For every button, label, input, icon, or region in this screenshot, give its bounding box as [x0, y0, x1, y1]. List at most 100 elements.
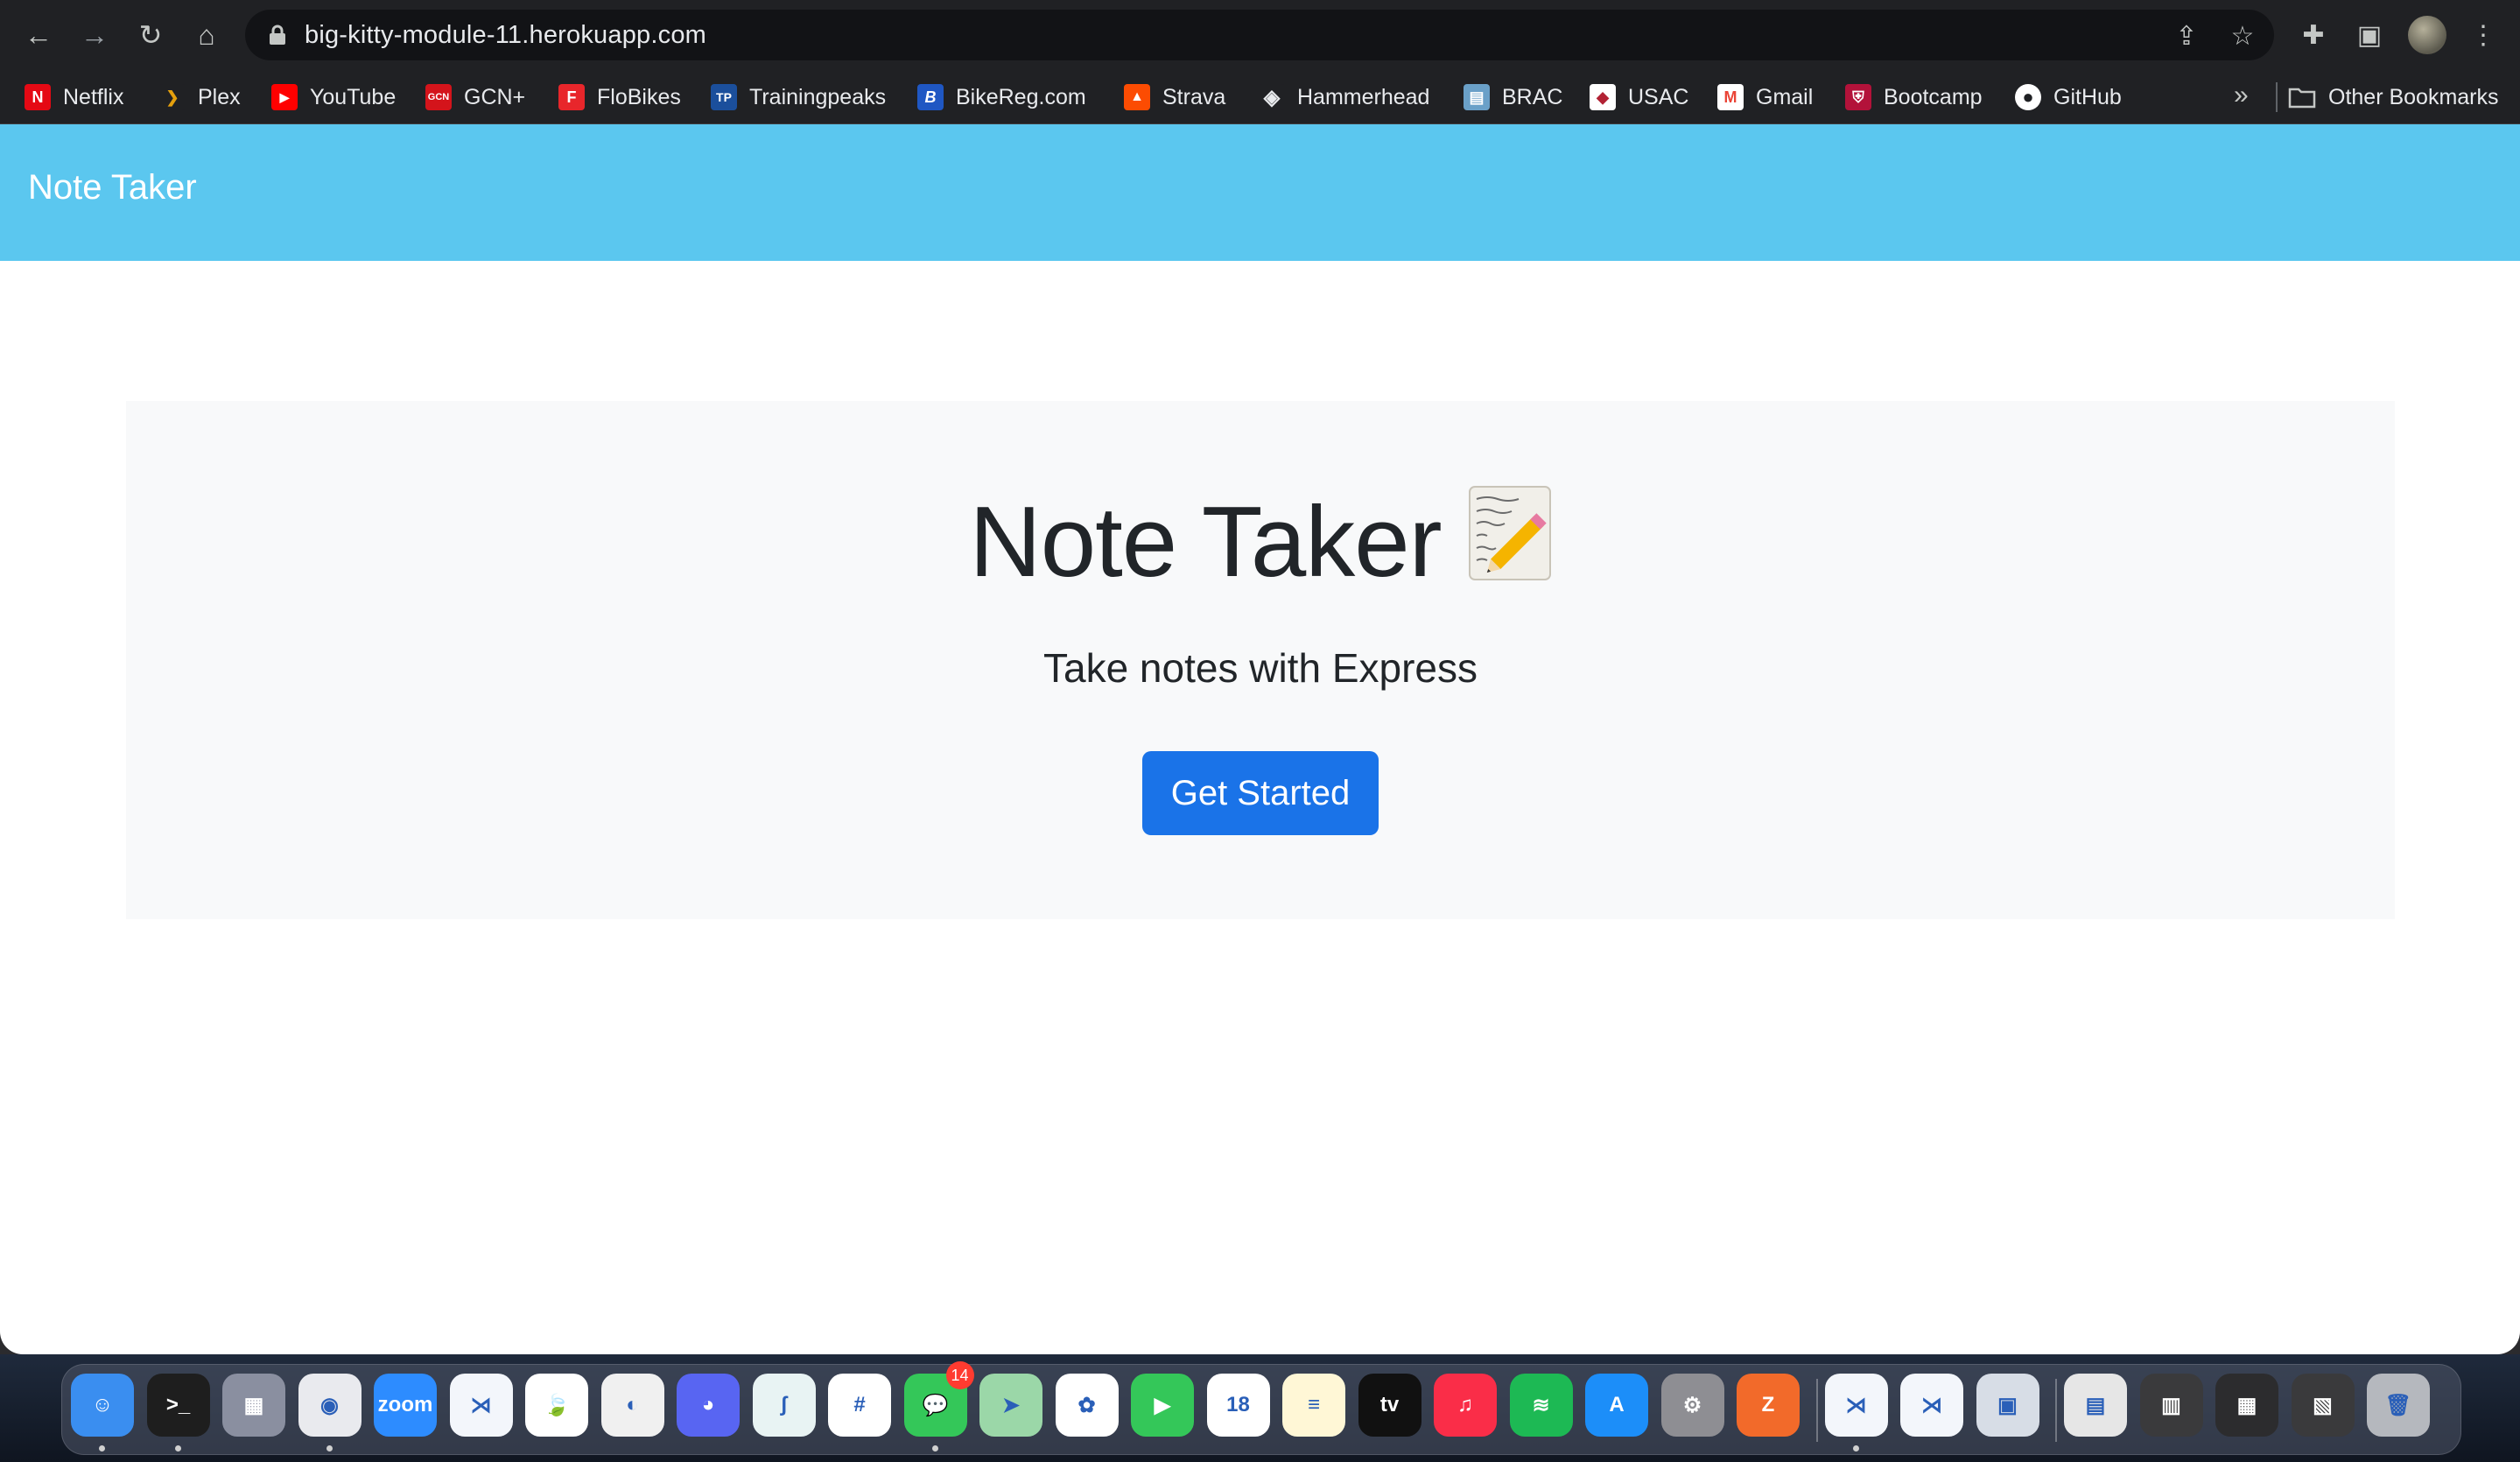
brac-icon: ▤	[1464, 84, 1490, 110]
plex-icon: ❯	[159, 84, 186, 110]
bookmark-gmail[interactable]: M Gmail	[1717, 70, 1813, 124]
side-panel-icon[interactable]: ▣	[2350, 16, 2389, 54]
get-started-button[interactable]: Get Started	[1142, 751, 1379, 835]
launchpad-icon[interactable]: ▦	[222, 1374, 285, 1437]
navbar: Note Taker	[0, 124, 2520, 261]
extensions-icon[interactable]: ✚	[2294, 16, 2333, 54]
macos-dock: ☺ >_ ▦ ◉ zoom ⋊ 🍃 ◐ ◕ ʃ # 💬 14 ➤ ✿ ▶ 18 ≡ tv ♫ ≋ A ⚙ Z ⋊ ⋊ ▣ ▤ ▥ ▦ ▧ 🗑	[61, 1361, 2461, 1455]
share-icon[interactable]: ⇪	[2171, 20, 2202, 52]
terminal-icon[interactable]: >_	[146, 1374, 210, 1437]
bookmark-hammerhead[interactable]: ◈ Hammerhead	[1259, 70, 1429, 124]
bookmark-label: FloBikes	[597, 84, 681, 109]
trainingpeaks-icon: TP	[711, 84, 737, 110]
bookmark-youtube[interactable]: ▶ YouTube	[271, 70, 396, 124]
folder-icon	[2288, 88, 2316, 109]
other-bookmarks-folder[interactable]: Other Bookmarks	[2288, 70, 2499, 124]
zoom-icon[interactable]: zoom	[374, 1374, 437, 1437]
trash-icon[interactable]: 🗑	[2367, 1374, 2430, 1437]
bookmarks-overflow-chevron[interactable]: »	[2234, 81, 2249, 110]
web-page: Note Taker Note Taker Take notes with Ex…	[0, 124, 2520, 1354]
url-text[interactable]: big-kitty-module-11.herokuapp.com	[305, 21, 706, 50]
hero-subtitle: Take notes with Express	[1042, 645, 1478, 691]
surfshark-icon[interactable]: ʃ	[752, 1374, 816, 1437]
spotify-icon[interactable]: ≋	[1509, 1374, 1573, 1437]
bookmark-netflix[interactable]: N Netflix	[25, 70, 123, 124]
hammerhead-icon: ◈	[1259, 84, 1285, 110]
finder-icon[interactable]: ☺	[71, 1374, 134, 1437]
zotero-icon[interactable]: Z	[1737, 1374, 1800, 1437]
gcn-icon: GCN	[425, 84, 452, 110]
windows-stack-icon[interactable]: ▦	[2215, 1374, 2278, 1437]
hero-title: Note Taker	[126, 485, 2395, 600]
bookmark-label: BikeReg.com	[956, 84, 1086, 109]
home-icon[interactable]: ⌂	[187, 16, 226, 54]
nightowl-icon[interactable]: ◐	[600, 1374, 664, 1437]
preview-icon[interactable]: ▣	[1976, 1374, 2039, 1437]
bookmark-label: GitHub	[2053, 84, 2122, 109]
bookmark-gcn[interactable]: GCN GCN+	[425, 70, 525, 124]
appstore-icon[interactable]: A	[1585, 1374, 1648, 1437]
bookmark-plex[interactable]: ❯ Plex	[159, 70, 241, 124]
screenshots-stack-icon[interactable]: ▥	[2139, 1374, 2203, 1437]
music-icon[interactable]: ♫	[1434, 1374, 1497, 1437]
menu-kebab-icon[interactable]: ⋮	[2464, 16, 2502, 54]
bookmark-strava[interactable]: ▲ Strava	[1124, 70, 1225, 124]
bookmark-flobikes[interactable]: F FloBikes	[558, 70, 681, 124]
other-bookmarks-label: Other Bookmarks	[2328, 84, 2499, 109]
bookmark-label: BRAC	[1502, 84, 1563, 109]
running-indicator	[99, 1445, 105, 1451]
running-indicator	[174, 1445, 181, 1451]
photos-icon[interactable]: ✿	[1055, 1374, 1119, 1437]
bookmark-bikereg[interactable]: B BikeReg.com	[917, 70, 1086, 124]
vscode-recent-icon[interactable]: ⋊	[1824, 1374, 1888, 1437]
memo-icon	[1468, 485, 1552, 581]
bookmark-usac[interactable]: ◆ USAC	[1590, 70, 1688, 124]
bookmark-star-icon[interactable]: ☆	[2227, 20, 2258, 52]
documents-stack-icon[interactable]: ▤	[2064, 1374, 2127, 1437]
back-arrow-icon[interactable]: ←	[19, 16, 58, 54]
bookmark-label: GCN+	[464, 84, 526, 109]
bookmark-github[interactable]: ● GitHub	[2015, 70, 2122, 124]
github-icon: ●	[2015, 84, 2041, 110]
bookmark-bootcamp[interactable]: ⛨ Bootcamp	[1845, 70, 1983, 124]
gmail-icon: M	[1717, 84, 1744, 110]
bookmarks-divider	[2276, 82, 2278, 112]
hero-title-text: Note Taker	[969, 487, 1442, 598]
facetime-icon[interactable]: ▶	[1131, 1374, 1194, 1437]
downloads-stack-icon[interactable]: ▧	[2291, 1374, 2355, 1437]
address-bar[interactable]: big-kitty-module-11.herokuapp.com ⇪ ☆	[245, 10, 2274, 60]
vscode-insiders-icon[interactable]: ⋊	[1900, 1374, 1963, 1437]
bookmark-label: Netflix	[63, 84, 124, 109]
bookmark-brac[interactable]: ▤ BRAC	[1464, 70, 1562, 124]
navbar-brand[interactable]: Note Taker	[28, 168, 197, 207]
bookmark-label: Bootcamp	[1884, 84, 1983, 109]
bikereg-icon: B	[917, 84, 944, 110]
browser-toolbar: ← → ↻ ⌂ big-kitty-module-11.herokuapp.co…	[0, 0, 2520, 70]
profile-avatar[interactable]	[2408, 16, 2446, 54]
bookmark-label: Hammerhead	[1297, 84, 1430, 109]
chrome-icon[interactable]: ◉	[298, 1374, 362, 1437]
bookmark-label: Strava	[1162, 84, 1226, 109]
reload-icon[interactable]: ↻	[131, 16, 170, 54]
system-preferences-icon[interactable]: ⚙	[1660, 1374, 1724, 1437]
notes-icon[interactable]: ≡	[1282, 1374, 1345, 1437]
running-indicator	[326, 1445, 333, 1451]
appletv-icon[interactable]: tv	[1358, 1374, 1421, 1437]
bookmark-label: Gmail	[1756, 84, 1814, 109]
bootcamp-icon: ⛨	[1845, 84, 1871, 110]
forward-arrow-icon[interactable]: →	[75, 16, 114, 54]
vscode-icon[interactable]: ⋊	[449, 1374, 513, 1437]
lock-icon[interactable]	[268, 25, 287, 46]
mongodb-icon[interactable]: 🍃	[525, 1374, 588, 1437]
maps-icon[interactable]: ➤	[979, 1374, 1042, 1437]
bookmark-label: YouTube	[310, 84, 397, 109]
slack-icon[interactable]: #	[828, 1374, 891, 1437]
running-indicator	[1852, 1445, 1859, 1451]
calendar-icon[interactable]: 18	[1206, 1374, 1270, 1437]
discord-icon[interactable]: ◕	[677, 1374, 740, 1437]
bookmark-trainingpeaks[interactable]: TP Trainingpeaks	[711, 70, 886, 124]
flobikes-icon: F	[558, 84, 585, 110]
bookmark-label: USAC	[1628, 84, 1689, 109]
bookmarks-bar: N Netflix ❯ Plex ▶ YouTube GCN GCN+ F Fl…	[0, 70, 2520, 124]
bookmark-label: Trainingpeaks	[749, 84, 887, 109]
